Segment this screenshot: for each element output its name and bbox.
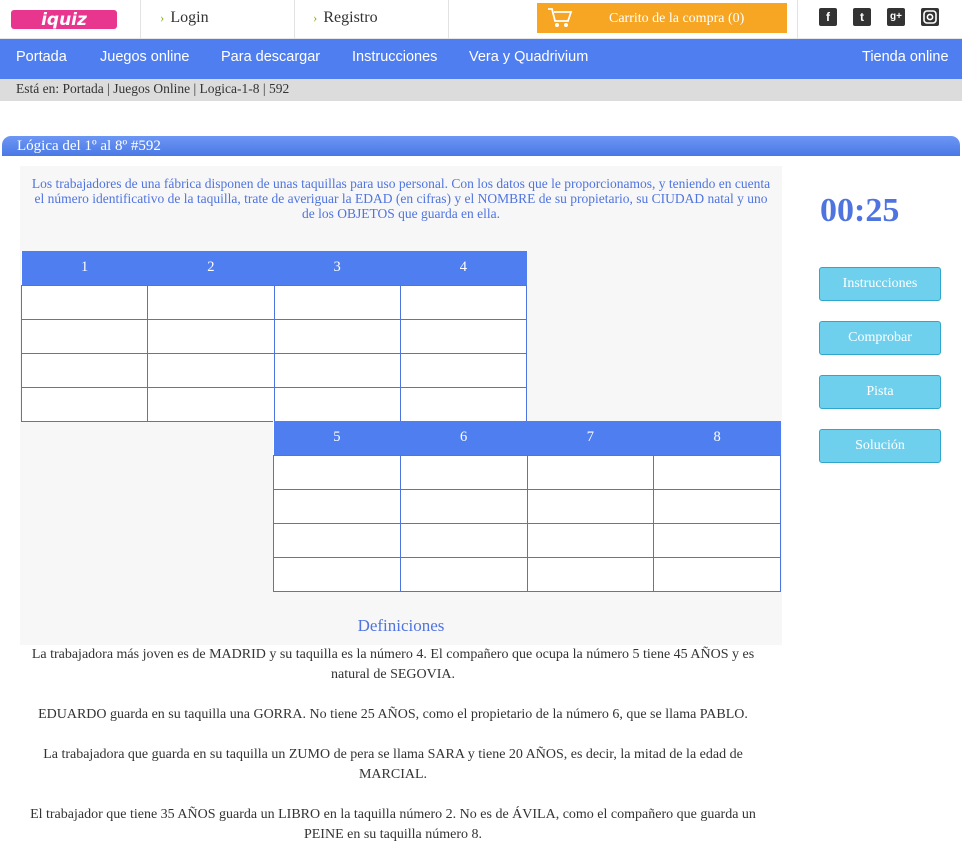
page-title: Lógica del 1º al 8º #592 [2,136,960,156]
grid-cell[interactable] [399,318,528,354]
puzzle-intro: Los trabajadores de una fábrica disponen… [31,176,771,221]
column-header: 2 [147,251,274,285]
login-label: Login [170,9,209,26]
locker-grid-top: 1 2 3 4 [20,251,528,422]
breadcrumb-current: 592 [268,81,290,96]
main-nav: Portada Juegos online Para descargar Ins… [0,39,962,79]
iquiz-logo[interactable]: iquiz [11,7,117,31]
grid-cell[interactable] [20,386,149,422]
grid-cell[interactable] [399,454,528,490]
grid-cell[interactable] [399,284,528,320]
instructions-button[interactable]: Instrucciones [819,267,941,301]
definitions-title: Definiciones [357,616,445,635]
google-plus-icon[interactable]: g+ [887,8,905,26]
nav-item-vera-quadrivium[interactable]: Vera y Quadrivium [469,49,588,65]
nav-item-para-descargar[interactable]: Para descargar [221,49,320,65]
breadcrumb-item[interactable]: Juegos Online [113,81,190,96]
definitions-list[interactable]: La trabajadora más joven es de MADRID y … [20,645,782,848]
login-link[interactable]: › Login [160,9,209,27]
hint-button[interactable]: Pista [819,375,941,409]
grid-cell[interactable] [273,352,401,388]
nav-item-portada[interactable]: Portada [16,49,67,65]
grid-cell[interactable] [147,386,275,422]
register-label: Registro [323,9,378,26]
facebook-icon[interactable]: f [819,8,837,26]
grid-cell[interactable] [653,454,781,490]
grid-cell[interactable] [399,556,528,592]
breadcrumb: Está en: Portada | Juegos Online | Logic… [0,79,962,101]
column-header: 3 [274,251,401,285]
divider [448,0,449,39]
cart-label: Carrito de la compra (0) [609,11,745,26]
grid-cell[interactable] [653,556,781,592]
instagram-icon[interactable] [921,8,939,26]
definitions-text: La trabajadora más joven es de MADRID y … [20,645,766,848]
breadcrumb-item[interactable]: Portada [63,81,104,96]
grid-cell[interactable] [399,488,528,524]
grid-cell[interactable] [273,488,401,524]
nav-item-instrucciones[interactable]: Instrucciones [352,49,437,65]
grid-cell[interactable] [526,454,655,490]
breadcrumb-prefix: Está en: [16,81,60,96]
grid-cell[interactable] [20,318,149,354]
grid-cell[interactable] [273,318,401,354]
grid-cell[interactable] [399,522,528,558]
register-link[interactable]: › Registro [313,9,378,27]
definition-item: El trabajador que tiene 35 AÑOS guarda u… [30,807,756,842]
definition-item: EDUARDO guarda en su taquilla una GORRA.… [38,707,748,722]
grid-cell[interactable] [273,556,401,592]
grid-cell[interactable] [273,284,401,320]
grid-cell[interactable] [399,386,528,422]
definition-item: La trabajadora más joven es de MADRID y … [31,647,755,682]
grid-cell[interactable] [273,454,401,490]
chevron-right-icon: › [160,10,165,25]
grid-cell[interactable] [653,522,781,558]
cart-button[interactable]: Carrito de la compra (0) [537,3,787,33]
solution-button[interactable]: Solución [819,429,941,463]
grid-cell[interactable] [20,284,149,320]
grid-cell[interactable] [273,522,401,558]
column-header: 7 [527,421,654,455]
grid-cell[interactable] [526,556,655,592]
column-header: 5 [273,421,401,455]
top-bar: iquiz › Login › Registro Carrito de la com… [0,0,962,39]
timer: 00:25 [820,192,900,229]
nav-item-juegos-online[interactable]: Juegos online [100,49,190,65]
definition-item: La trabajadora que guarda en su taquilla… [43,747,743,782]
twitter-icon[interactable]: t [853,8,871,26]
grid-cell[interactable] [399,352,528,388]
divider [294,0,295,39]
divider [140,0,141,39]
grid-cell[interactable] [526,488,655,524]
grid-cell[interactable] [273,386,401,422]
logo-text: iquiz [41,10,87,30]
check-button[interactable]: Comprobar [819,321,941,355]
column-header: 4 [400,251,527,285]
chevron-right-icon: › [313,10,318,25]
grid-cell[interactable] [147,318,275,354]
grid-cell[interactable] [20,352,149,388]
column-header: 1 [21,251,148,285]
locker-grid-bottom: 5 6 7 8 [273,421,781,592]
grid-cell[interactable] [147,352,275,388]
divider [797,0,798,39]
column-header: 6 [400,421,527,455]
breadcrumb-item[interactable]: Logica-1-8 [200,81,260,96]
nav-item-tienda-online[interactable]: Tienda online [862,49,949,65]
grid-cell[interactable] [526,522,655,558]
grid-cell[interactable] [147,284,275,320]
grid-cell[interactable] [653,488,781,524]
column-header: 8 [653,421,781,455]
shopping-cart-icon [548,8,573,27]
